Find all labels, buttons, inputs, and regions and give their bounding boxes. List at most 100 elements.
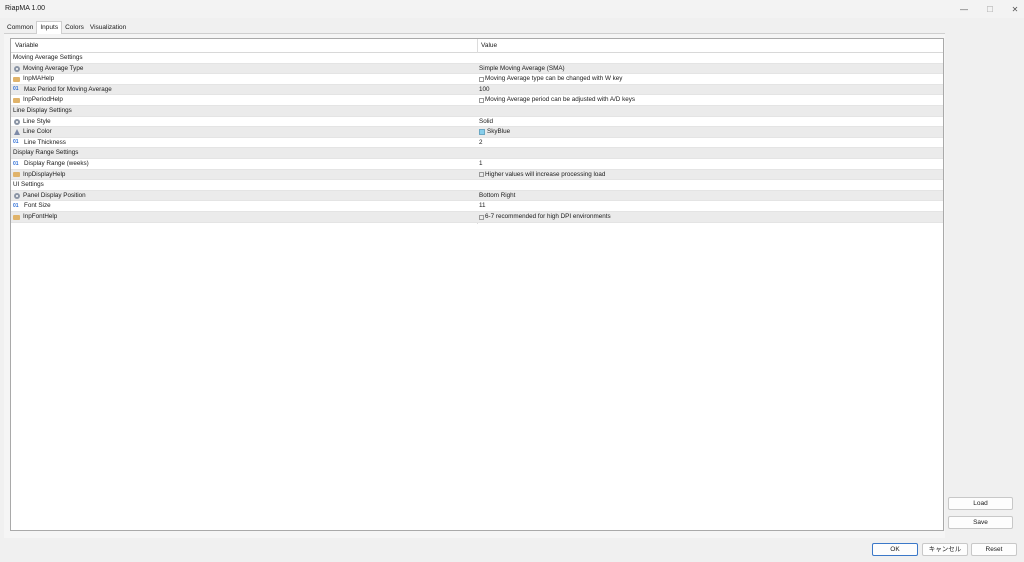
column-header-variable[interactable]: Variable [15, 39, 38, 53]
value-text: 11 [479, 202, 486, 210]
value-text: Bottom Right [479, 191, 516, 199]
minimize-button[interactable]: — [951, 0, 977, 18]
integer-icon: 01 [13, 139, 19, 146]
cancel-button[interactable]: キャンセル [922, 543, 968, 556]
variable-label: Display Range (weeks) [24, 160, 89, 167]
value-cell[interactable]: 1 [479, 159, 483, 169]
parameter-row[interactable]: 01 Max Period for Moving Average 100 [11, 84, 943, 96]
load-button[interactable]: Load [948, 497, 1013, 510]
value-cell[interactable]: Higher values will increase processing l… [479, 170, 605, 180]
variable-label: Max Period for Moving Average [24, 85, 112, 93]
parameter-row[interactable]: Line Style Solid [11, 116, 943, 128]
variable-label: Display Range Settings [13, 149, 79, 157]
variable-label: InpDisplayHelp [23, 170, 66, 178]
variable-cell: InpPeriodHelp [13, 95, 63, 105]
group-header-row: Line Display Settings [11, 106, 943, 117]
string-icon [13, 97, 20, 103]
enum-icon [14, 65, 20, 72]
variable-label: Line Style [23, 117, 51, 125]
text-field-icon [479, 97, 484, 103]
parameter-row[interactable]: InpFontHelp 6-7 recommended for high DPI … [11, 212, 943, 223]
variable-cell: 01 Display Range (weeks) [13, 159, 89, 169]
value-text: 1 [479, 160, 483, 167]
color-swatch[interactable] [479, 129, 485, 136]
color-icon [13, 128, 20, 136]
value-cell[interactable]: Bottom Right [479, 191, 515, 201]
value-cell[interactable]: 11 [479, 201, 486, 211]
parameter-row[interactable]: Line Color SkyBlue [11, 127, 943, 138]
parameter-row[interactable]: 01 Display Range (weeks) 1 [11, 159, 943, 170]
variable-label: Line Display Settings [13, 107, 72, 114]
value-cell[interactable]: SkyBlue [479, 127, 510, 137]
value-cell[interactable]: Solid [479, 117, 493, 127]
value-text: Simple Moving Average (SMA) [479, 64, 565, 72]
group-header-row: Display Range Settings [11, 148, 943, 159]
string-icon [13, 214, 20, 220]
group-header-row: UI Settings [11, 180, 943, 191]
variable-label: Moving Average Type [23, 64, 84, 72]
variable-cell: 01 Font Size [13, 201, 51, 211]
save-button[interactable]: Save [948, 516, 1013, 529]
variable-label: Line Color [23, 128, 52, 136]
tab-bar: Common Inputs Colors Visualization [4, 21, 129, 34]
variable-label: Font Size [24, 202, 51, 210]
variable-cell: Line Color [13, 127, 52, 137]
variable-cell: InpFontHelp [13, 212, 57, 222]
value-text: Moving Average period can be adjusted wi… [485, 96, 636, 104]
tab-visualization[interactable]: Visualization [87, 22, 129, 34]
text-field-icon [479, 172, 484, 178]
variable-cell: Line Display Settings [13, 106, 72, 116]
tab-colors[interactable]: Colors [62, 22, 87, 34]
variable-label: InpFontHelp [23, 213, 58, 220]
enum-icon [14, 118, 20, 125]
reset-button[interactable]: Reset [971, 543, 1017, 556]
variable-cell: 01 Max Period for Moving Average [13, 85, 112, 95]
variable-label: InpPeriodHelp [23, 96, 63, 104]
integer-icon: 01 [13, 202, 19, 209]
value-text: 100 [479, 85, 490, 93]
window-title: RiapMA 1.00 [5, 5, 46, 12]
value-cell[interactable]: 2 [479, 138, 483, 148]
parameter-row[interactable]: Moving Average Type Simple Moving Average… [11, 63, 943, 75]
tab-common[interactable]: Common [4, 22, 36, 34]
maximize-button[interactable]: ☐ [977, 0, 1003, 18]
value-text: Solid [479, 117, 494, 125]
text-field-icon [479, 76, 484, 82]
variable-cell: UI Settings [13, 180, 44, 190]
tab-inputs[interactable]: Inputs [36, 21, 63, 34]
string-icon [13, 76, 20, 82]
parameter-row[interactable]: InpMAHelp Moving Average type can be chan… [11, 74, 943, 85]
parameter-row[interactable]: Panel Display Position Bottom Right [11, 190, 943, 202]
variable-label: Moving Average Settings [13, 54, 83, 61]
column-header-value[interactable]: Value [481, 39, 497, 53]
value-text: 6-7 recommended for high DPI environment… [485, 213, 611, 220]
inputs-grid[interactable]: Variable Value Moving Average Settings Mo… [10, 38, 944, 531]
variable-cell: Panel Display Position [13, 191, 86, 201]
ok-button[interactable]: OK [872, 543, 918, 556]
value-cell[interactable]: 100 [479, 85, 490, 95]
variable-cell: Moving Average Settings [13, 53, 83, 63]
text-field-icon [479, 214, 484, 220]
enum-icon [14, 192, 20, 199]
value-cell[interactable]: 6-7 recommended for high DPI environment… [479, 212, 611, 222]
value-cell[interactable]: Moving Average period can be adjusted wi… [479, 95, 635, 105]
variable-cell: Line Style [13, 117, 51, 127]
value-text: Moving Average type can be changed with … [485, 75, 623, 83]
value-text: 2 [479, 138, 483, 146]
variable-label: Panel Display Position [23, 191, 86, 199]
parameter-row[interactable]: InpDisplayHelp Higher values will increas… [11, 169, 943, 181]
variable-label: Line Thickness [24, 138, 66, 146]
variable-label: InpMAHelp [23, 75, 55, 83]
parameter-row[interactable]: 01 Font Size 11 [11, 201, 943, 212]
value-text: SkyBlue [487, 128, 511, 136]
string-icon [13, 172, 20, 178]
parameter-row[interactable]: 01 Line Thickness 2 [11, 137, 943, 149]
parameter-row[interactable]: InpPeriodHelp Moving Average period can b… [11, 95, 943, 106]
value-cell[interactable]: Simple Moving Average (SMA) [479, 64, 565, 74]
integer-icon: 01 [13, 160, 19, 167]
integer-icon: 01 [13, 86, 19, 93]
value-cell[interactable]: Moving Average type can be changed with … [479, 74, 622, 84]
variable-label: UI Settings [13, 181, 44, 189]
close-button[interactable]: ✕ [1002, 0, 1024, 18]
variable-cell: 01 Line Thickness [13, 138, 66, 148]
